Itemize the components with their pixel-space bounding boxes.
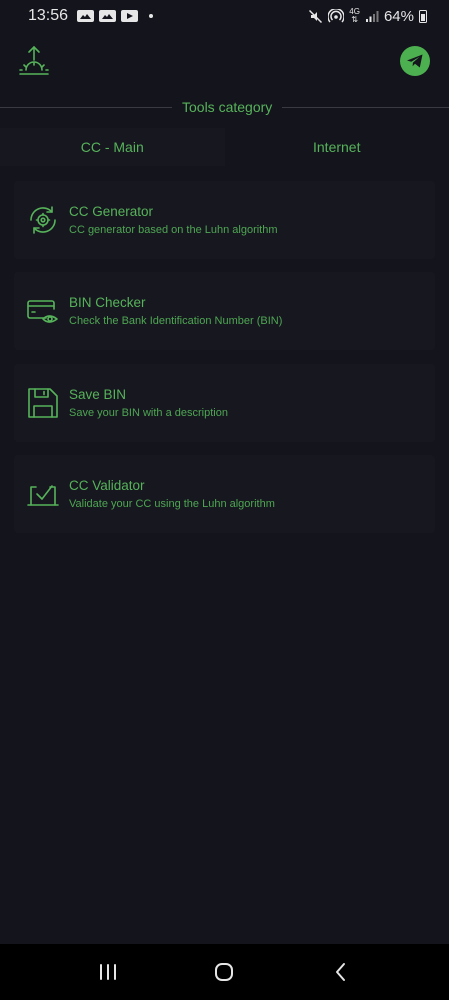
network-type-icon: 4G ⇅ [349, 7, 360, 24]
youtube-icon [121, 10, 139, 22]
status-bar: 13:56 4G ⇅ 64% [0, 0, 449, 32]
gallery-icon [77, 10, 95, 22]
tool-description: Save your BIN with a description [69, 407, 228, 419]
card-eye-icon [27, 300, 58, 323]
tool-description: Check the Bank Identification Number (BI… [69, 315, 283, 327]
back-button[interactable] [321, 952, 361, 992]
section-heading: Tools category [0, 97, 449, 117]
more-notifications-dot [149, 14, 154, 18]
network-type-label: 4G [349, 7, 360, 16]
telegram-icon [407, 54, 423, 68]
tool-cc-generator[interactable]: CC Generator CC generator based on the L… [14, 181, 435, 259]
divider-left [0, 106, 172, 108]
home-icon [215, 963, 234, 981]
recent-apps-button[interactable] [88, 952, 128, 992]
tool-title: BIN Checker [69, 295, 146, 310]
app-screen: 13:56 4G ⇅ 64% Tools category CC - Main … [0, 0, 449, 1000]
check-box-icon [27, 485, 59, 506]
home-button[interactable] [204, 952, 244, 992]
gear-refresh-icon [30, 206, 56, 234]
battery-icon [419, 9, 427, 23]
sunrise-logo-icon[interactable] [18, 44, 50, 78]
tab-internet[interactable]: Internet [225, 128, 449, 166]
tool-cc-validator[interactable]: CC Validator Validate your CC using the … [14, 455, 435, 533]
category-tabs: CC - Main Internet [0, 128, 449, 166]
battery-percent: 64% [383, 7, 414, 25]
divider-right [282, 106, 449, 108]
section-title: Tools category [182, 99, 273, 115]
floppy-disk-icon [28, 388, 58, 418]
gallery-icon [99, 10, 117, 22]
tool-save-bin[interactable]: Save BIN Save your BIN with a descriptio… [14, 364, 435, 442]
back-icon [335, 963, 345, 981]
hotspot-icon [328, 8, 345, 22]
tool-description: Validate your CC using the Luhn algorith… [69, 498, 275, 510]
tool-title: CC Generator [69, 204, 154, 219]
tool-title: CC Validator [69, 478, 145, 493]
tool-description: CC generator based on the Luhn algorithm [69, 224, 278, 236]
system-nav-bar [0, 944, 449, 1000]
signal-icon [365, 10, 379, 22]
tool-bin-checker[interactable]: BIN Checker Check the Bank Identificatio… [14, 272, 435, 350]
mute-icon [309, 9, 323, 23]
recent-apps-icon [100, 964, 117, 980]
telegram-button[interactable] [400, 46, 430, 76]
tool-title: Save BIN [69, 387, 127, 402]
tab-cc-main[interactable]: CC - Main [0, 128, 225, 166]
status-time: 13:56 [28, 7, 69, 24]
